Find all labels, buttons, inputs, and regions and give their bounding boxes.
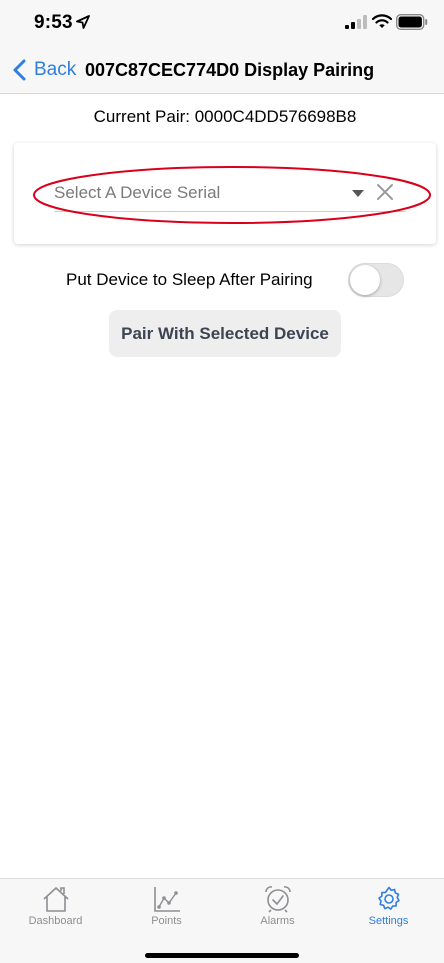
home-indicator[interactable] bbox=[145, 953, 299, 958]
cellular-signal-icon bbox=[345, 15, 367, 29]
caret-down-icon[interactable] bbox=[352, 190, 364, 198]
device-serial-select[interactable]: Select A Device Serial bbox=[54, 182, 406, 212]
tab-alarms[interactable]: Alarms bbox=[222, 879, 333, 939]
tab-label-alarms: Alarms bbox=[260, 915, 295, 927]
toggle-knob bbox=[350, 265, 380, 295]
tab-label-settings: Settings bbox=[368, 915, 409, 927]
clear-icon[interactable] bbox=[376, 183, 394, 201]
tab-label-points: Points bbox=[151, 915, 182, 927]
house-icon bbox=[43, 887, 69, 912]
sleep-after-pairing-label: Put Device to Sleep After Pairing bbox=[66, 270, 313, 289]
battery-icon bbox=[396, 14, 428, 30]
alarm-clock-icon bbox=[265, 886, 291, 913]
page-title: 007C87CEC774D0 Display Pairing bbox=[85, 60, 375, 80]
chevron-left-icon bbox=[13, 59, 26, 81]
tab-points[interactable]: Points bbox=[111, 879, 222, 939]
status-time: 9:53 bbox=[34, 12, 73, 33]
back-label: Back bbox=[34, 59, 77, 80]
navigation-bar: Back 007C87CEC774D0 Display Pairing bbox=[0, 46, 444, 94]
screen: 9:53 Back 007C87CEC774D0 Display Pairing… bbox=[0, 0, 444, 963]
sleep-after-pairing-row: Put Device to Sleep After Pairing bbox=[0, 262, 444, 298]
tab-dashboard[interactable]: Dashboard bbox=[0, 879, 111, 939]
device-serial-placeholder: Select A Device Serial bbox=[54, 183, 221, 202]
tab-bar: Dashboard Points Alarms Settings bbox=[0, 878, 444, 963]
tab-settings[interactable]: Settings bbox=[333, 879, 444, 939]
pair-with-selected-device-button[interactable]: Pair With Selected Device bbox=[109, 310, 341, 357]
sleep-after-pairing-toggle[interactable] bbox=[348, 263, 404, 297]
tab-label-dashboard: Dashboard bbox=[28, 915, 83, 927]
gear-icon bbox=[378, 886, 400, 910]
chart-points-icon bbox=[154, 887, 180, 912]
wifi-icon bbox=[372, 14, 392, 28]
location-arrow-icon bbox=[76, 15, 90, 29]
device-select-card: Select A Device Serial bbox=[14, 143, 436, 244]
status-bar: 9:53 bbox=[0, 0, 444, 46]
current-pair-label: Current Pair: 0000C4DD576698B8 bbox=[93, 107, 357, 126]
back-button[interactable]: Back bbox=[12, 56, 76, 84]
